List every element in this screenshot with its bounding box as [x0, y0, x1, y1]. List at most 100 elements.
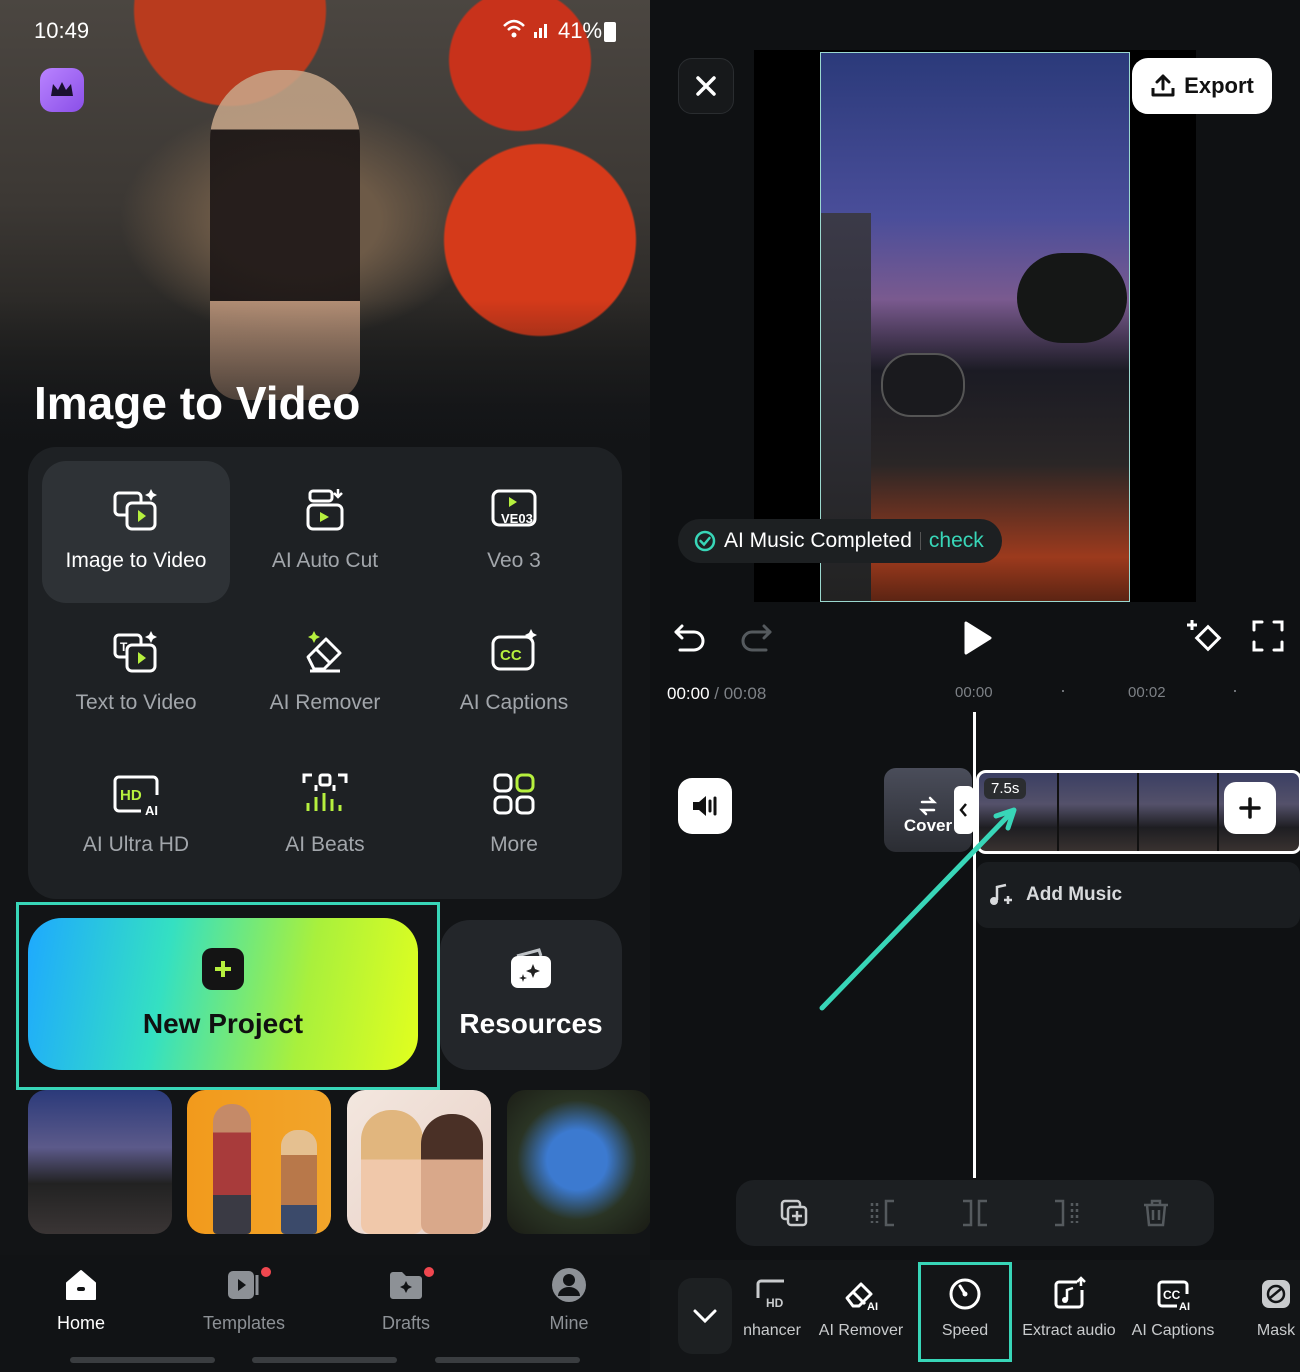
redo-icon[interactable]: [738, 618, 774, 654]
toast-divider: [919, 532, 921, 550]
tool-label: nhancer: [743, 1322, 801, 1339]
fullscreen-icon[interactable]: [1250, 618, 1286, 654]
tool-label: Text to Video: [75, 691, 197, 714]
close-icon: [696, 76, 716, 96]
speed-gauge-icon: [949, 1278, 981, 1310]
status-bar: 10:49 41%: [0, 14, 650, 48]
play-icon[interactable]: [956, 618, 996, 658]
plus-icon: [202, 948, 244, 990]
resources-icon: [511, 948, 551, 988]
templates-icon: [228, 1271, 259, 1299]
nav-mine[interactable]: Mine: [499, 1265, 639, 1334]
template-thumbnail[interactable]: [507, 1090, 650, 1234]
tool-mask[interactable]: Mask: [1224, 1276, 1300, 1340]
tool-ai-beats[interactable]: AI Beats: [231, 745, 419, 887]
wifi-signal-icon: [502, 18, 552, 46]
tool-extract-audio[interactable]: Extract audio: [1017, 1276, 1121, 1340]
tool-label: AI Ultra HD: [82, 833, 190, 856]
current-time: 00:00: [667, 684, 710, 703]
tool-text-to-video[interactable]: T Text to Video: [42, 603, 230, 745]
gesture-bar: [70, 1357, 215, 1363]
resources-button[interactable]: Resources: [440, 920, 622, 1070]
ai-music-toast: AI Music Completed check: [678, 519, 1002, 563]
trim-end-icon[interactable]: [1049, 1197, 1081, 1229]
tool-veo3[interactable]: VE03 Veo 3: [420, 461, 608, 603]
tool-label: AI Captions: [459, 691, 569, 714]
nav-drafts[interactable]: Drafts: [336, 1265, 476, 1334]
export-button[interactable]: Export: [1132, 58, 1272, 114]
template-thumbnail[interactable]: [28, 1090, 172, 1234]
music-note-icon: [990, 883, 1012, 905]
gesture-bar: [435, 1357, 580, 1363]
playhead[interactable]: [973, 712, 976, 1178]
ai-beats-icon: [302, 773, 348, 811]
tool-ai-captions[interactable]: CC AI Captions: [420, 603, 608, 745]
resources-label: Resources: [459, 1008, 603, 1039]
cover-label: Cover: [903, 816, 953, 835]
notification-dot: [261, 1267, 271, 1277]
tool-label: AI Auto Cut: [271, 549, 379, 572]
hd-enhancer-icon: HD: [756, 1279, 784, 1310]
ai-captions-icon: CC: [491, 629, 537, 671]
clip-edit-toolbar: [736, 1180, 1214, 1246]
chevron-left-icon: [959, 803, 967, 817]
keyframe-icon[interactable]: [1184, 618, 1224, 658]
add-clip-button[interactable]: [1224, 782, 1276, 834]
nav-label: Home: [56, 1313, 105, 1333]
nav-label: Templates: [202, 1313, 286, 1333]
timeline-tick: 00:00: [955, 684, 993, 701]
home-icon: [66, 1270, 96, 1300]
tool-image-to-video[interactable]: Image to Video: [42, 461, 230, 603]
nav-templates[interactable]: Templates: [174, 1265, 314, 1334]
tool-ai-ultra-hd[interactable]: HD AI AI Ultra HD: [42, 745, 230, 887]
tool-label: Mask: [1256, 1322, 1296, 1339]
add-music-label: Add Music: [1026, 884, 1123, 905]
tool-more[interactable]: More: [420, 745, 608, 887]
clip-trim-handle-left[interactable]: [954, 786, 974, 834]
tool-label: AI Remover: [269, 691, 381, 714]
template-thumbnail[interactable]: [347, 1090, 491, 1234]
bottom-navigation: Home Templates Drafts Mine: [0, 1255, 650, 1372]
hero-title: Image to Video: [34, 377, 361, 429]
notification-dot: [424, 1267, 434, 1277]
svg-text:CC: CC: [1163, 1288, 1181, 1302]
nav-home[interactable]: Home: [11, 1265, 151, 1334]
premium-crown-button[interactable]: [40, 68, 84, 112]
duplicate-icon[interactable]: [778, 1197, 810, 1229]
close-button[interactable]: [678, 58, 734, 114]
chevron-down-icon: [693, 1309, 717, 1324]
mask-icon: [1262, 1280, 1290, 1308]
tool-label: AI Remover: [818, 1322, 904, 1339]
tool-ai-remover[interactable]: AI AI Remover: [809, 1276, 913, 1340]
ai-ultra-hd-icon: HDAI: [113, 775, 159, 818]
swap-icon: [918, 796, 938, 816]
captions-ai-icon: CCAI: [1157, 1280, 1190, 1312]
timeline-tick: 00:02: [1128, 684, 1166, 701]
new-project-button[interactable]: New Project: [28, 918, 418, 1070]
svg-text:HD: HD: [120, 787, 142, 804]
svg-text:AI: AI: [867, 1301, 878, 1312]
split-icon[interactable]: [959, 1197, 991, 1229]
plus-icon: [1239, 797, 1261, 819]
tool-speed[interactable]: Speed: [913, 1276, 1017, 1340]
toast-check-link[interactable]: check: [929, 529, 984, 553]
extract-audio-icon: [1054, 1276, 1086, 1309]
status-time: 10:49: [34, 18, 90, 43]
undo-icon[interactable]: [672, 618, 708, 654]
upload-icon: [1151, 74, 1175, 97]
add-music-track[interactable]: Add Music: [976, 862, 1300, 928]
trim-start-icon[interactable]: [868, 1197, 900, 1229]
nav-label: Drafts: [381, 1313, 430, 1333]
tool-ai-captions[interactable]: CC AI AI Captions: [1121, 1276, 1225, 1340]
svg-text:CC: CC: [500, 647, 522, 664]
mute-clip-audio-button[interactable]: [678, 778, 732, 834]
delete-icon[interactable]: [1140, 1197, 1172, 1229]
template-thumbnail[interactable]: [187, 1090, 331, 1234]
tool-ai-remover[interactable]: AI Remover: [231, 603, 419, 745]
image-to-video-icon: [113, 489, 157, 531]
drafts-icon: [390, 1272, 422, 1299]
battery-icon: [604, 22, 616, 42]
tool-ai-auto-cut[interactable]: AI Auto Cut: [231, 461, 419, 603]
timeline-tick-dot: ·: [1060, 680, 1066, 700]
check-circle-icon: [694, 530, 716, 552]
